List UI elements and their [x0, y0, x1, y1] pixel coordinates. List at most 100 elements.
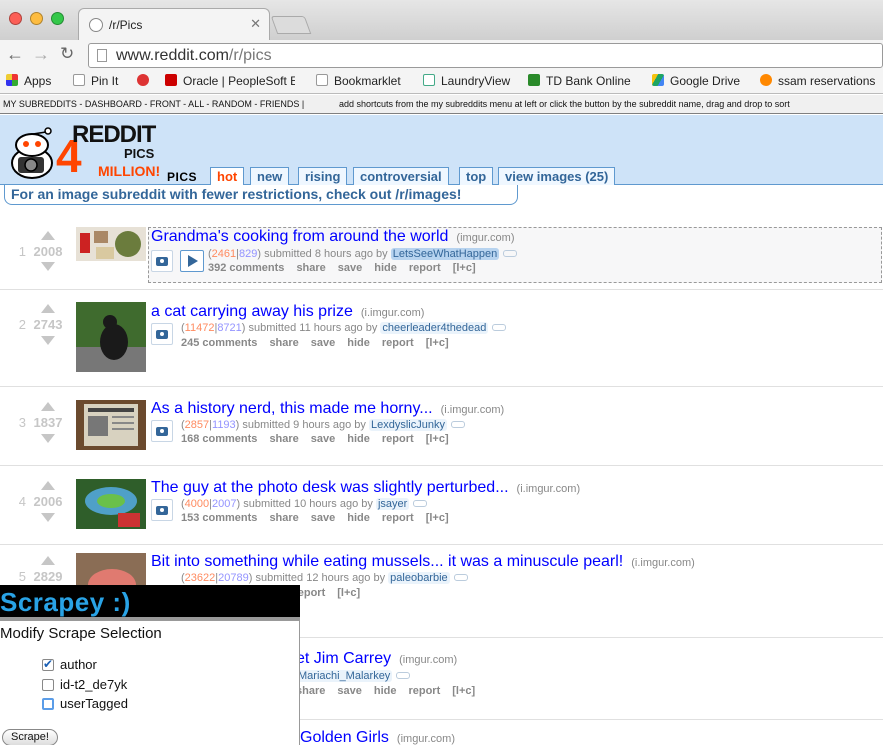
share-link[interactable]: share [269, 512, 298, 524]
post-thumbnail[interactable] [76, 227, 146, 261]
image-expando-button[interactable] [151, 420, 173, 442]
bookmark-bookmarklet-folder[interactable] [137, 74, 155, 88]
user-tag-icon[interactable] [450, 421, 465, 428]
downvote-arrow-icon[interactable] [41, 513, 55, 522]
post-domain[interactable]: (i.imgur.com) [441, 404, 505, 416]
share-link[interactable]: share [269, 337, 298, 349]
link-comments-link[interactable]: [l+c] [426, 337, 449, 349]
post-thumbnail[interactable] [76, 479, 146, 529]
share-link[interactable]: share [296, 685, 325, 697]
upvote-arrow-icon[interactable] [41, 481, 55, 490]
post-domain[interactable]: (imgur.com) [397, 733, 455, 745]
downvote-arrow-icon[interactable] [41, 434, 55, 443]
downvote-arrow-icon[interactable] [41, 262, 55, 271]
link-comments-link[interactable]: [l+c] [453, 262, 476, 274]
bookmark-ssam[interactable]: ssam reservations [760, 74, 875, 88]
back-arrow-icon[interactable]: ← [6, 44, 24, 64]
post-author[interactable]: Mariachi_Malarkey [296, 670, 393, 682]
report-link[interactable]: report [408, 685, 440, 697]
scrape-option-author[interactable]: author [42, 657, 97, 672]
play-expando-button[interactable] [180, 250, 204, 272]
tab-controversial[interactable]: controversial [353, 167, 449, 185]
upvote-arrow-icon[interactable] [41, 304, 55, 313]
post-title-link[interactable]: The guy at the photo desk was slightly p… [151, 479, 509, 496]
post-title-link[interactable]: et Jim Carrey [296, 650, 391, 667]
report-link[interactable]: report [409, 262, 441, 274]
bookmark-td-bank[interactable]: TD Bank Online [528, 74, 631, 88]
address-bar[interactable]: www.reddit.com/r/pics [88, 43, 883, 68]
scrape-button[interactable]: Scrape! [2, 729, 58, 745]
comments-link[interactable]: 392 comments [208, 262, 284, 274]
forward-arrow-icon[interactable]: → [32, 44, 50, 64]
comments-link[interactable]: 245 comments [181, 337, 257, 349]
save-link[interactable]: save [311, 433, 335, 445]
post-author[interactable]: LetsSeeWhatHappen [390, 248, 500, 260]
post-title-link[interactable]: As a history nerd, this made me horny... [151, 400, 433, 417]
save-link[interactable]: save [337, 685, 361, 697]
save-link[interactable]: save [311, 337, 335, 349]
post-title-link[interactable]: a cat carrying away his prize [151, 303, 353, 320]
subreddit-notice[interactable]: For an image subreddit with fewer restri… [4, 185, 518, 205]
tab-view-images[interactable]: view images (25) [498, 167, 616, 185]
bookmark-bookmarklet[interactable]: Bookmarklet [316, 74, 401, 88]
post-title-link[interactable]: Bit into something while eating mussels.… [151, 553, 623, 570]
post-thumbnail[interactable] [76, 302, 146, 372]
comments-link[interactable]: 168 comments [181, 433, 257, 445]
bookmark-laundryview[interactable]: LaundryView [423, 74, 510, 88]
tab-new[interactable]: new [250, 167, 290, 185]
comments-link[interactable]: 153 comments [181, 512, 257, 524]
hide-link[interactable]: hide [347, 337, 370, 349]
reload-icon[interactable]: ↻ [60, 44, 74, 64]
share-link[interactable]: share [269, 433, 298, 445]
post-domain[interactable]: (i.imgur.com) [361, 307, 425, 319]
window-minimize-button[interactable] [30, 12, 43, 25]
upvote-arrow-icon[interactable] [41, 402, 55, 411]
post-author[interactable]: cheerleader4thedead [380, 322, 489, 334]
window-close-button[interactable] [9, 12, 22, 25]
tab-hot[interactable]: hot [210, 167, 245, 185]
subreddit-bar-links[interactable]: MY SUBREDDITS - DASHBOARD - FRONT - ALL … [3, 99, 304, 109]
user-tag-icon[interactable] [413, 500, 428, 507]
hide-link[interactable]: hide [374, 685, 397, 697]
post-domain[interactable]: (imgur.com) [456, 232, 514, 244]
link-comments-link[interactable]: [l+c] [426, 512, 449, 524]
scrape-option-id[interactable]: id-t2_de7yk [42, 677, 127, 692]
link-comments-link[interactable]: [l+c] [337, 587, 360, 599]
hide-link[interactable]: hide [374, 262, 397, 274]
post-domain[interactable]: (i.imgur.com) [631, 557, 695, 569]
user-tag-icon[interactable] [492, 324, 507, 331]
new-tab-button[interactable] [270, 16, 312, 34]
browser-tab[interactable]: /r/Pics ✕ [78, 8, 270, 40]
scrape-option-usertagged[interactable]: userTagged [42, 696, 128, 711]
user-tag-icon[interactable] [503, 250, 518, 257]
tab-close-icon[interactable]: ✕ [250, 16, 261, 32]
downvote-arrow-icon[interactable] [41, 336, 55, 345]
upvote-arrow-icon[interactable] [41, 556, 55, 565]
link-comments-link[interactable]: [l+c] [452, 685, 475, 697]
save-link[interactable]: save [338, 262, 362, 274]
user-tag-icon[interactable] [453, 574, 468, 581]
report-link[interactable]: report [382, 512, 414, 524]
image-expando-button[interactable] [151, 499, 173, 521]
subreddit-name[interactable]: PICS [167, 170, 197, 184]
hide-link[interactable]: hide [347, 512, 370, 524]
checkbox-unchecked[interactable] [42, 679, 54, 691]
upvote-arrow-icon[interactable] [41, 231, 55, 240]
user-tag-icon[interactable] [396, 672, 411, 679]
post-title-link[interactable]: Grandma's cooking from around the world [151, 228, 448, 245]
post-title-link[interactable]: Golden Girls [300, 729, 389, 745]
reddit-pics-logo[interactable]: 4 REDDIT PICS MILLION! [2, 117, 162, 183]
hide-link[interactable]: hide [347, 433, 370, 445]
share-link[interactable]: share [296, 262, 325, 274]
image-expando-button[interactable] [151, 323, 173, 345]
post-author[interactable]: paleobarbie [388, 572, 450, 584]
bookmark-apps[interactable]: Apps [6, 74, 51, 88]
bookmark-oracle[interactable]: Oracle | PeopleSoft E [165, 74, 295, 88]
post-domain[interactable]: (i.imgur.com) [517, 483, 581, 495]
image-expando-button[interactable] [151, 250, 173, 272]
window-maximize-button[interactable] [51, 12, 64, 25]
post-author[interactable]: jsayer [375, 498, 410, 510]
checkbox-unchecked[interactable] [42, 698, 54, 710]
tab-top[interactable]: top [459, 167, 494, 185]
post-domain[interactable]: (imgur.com) [399, 654, 457, 666]
